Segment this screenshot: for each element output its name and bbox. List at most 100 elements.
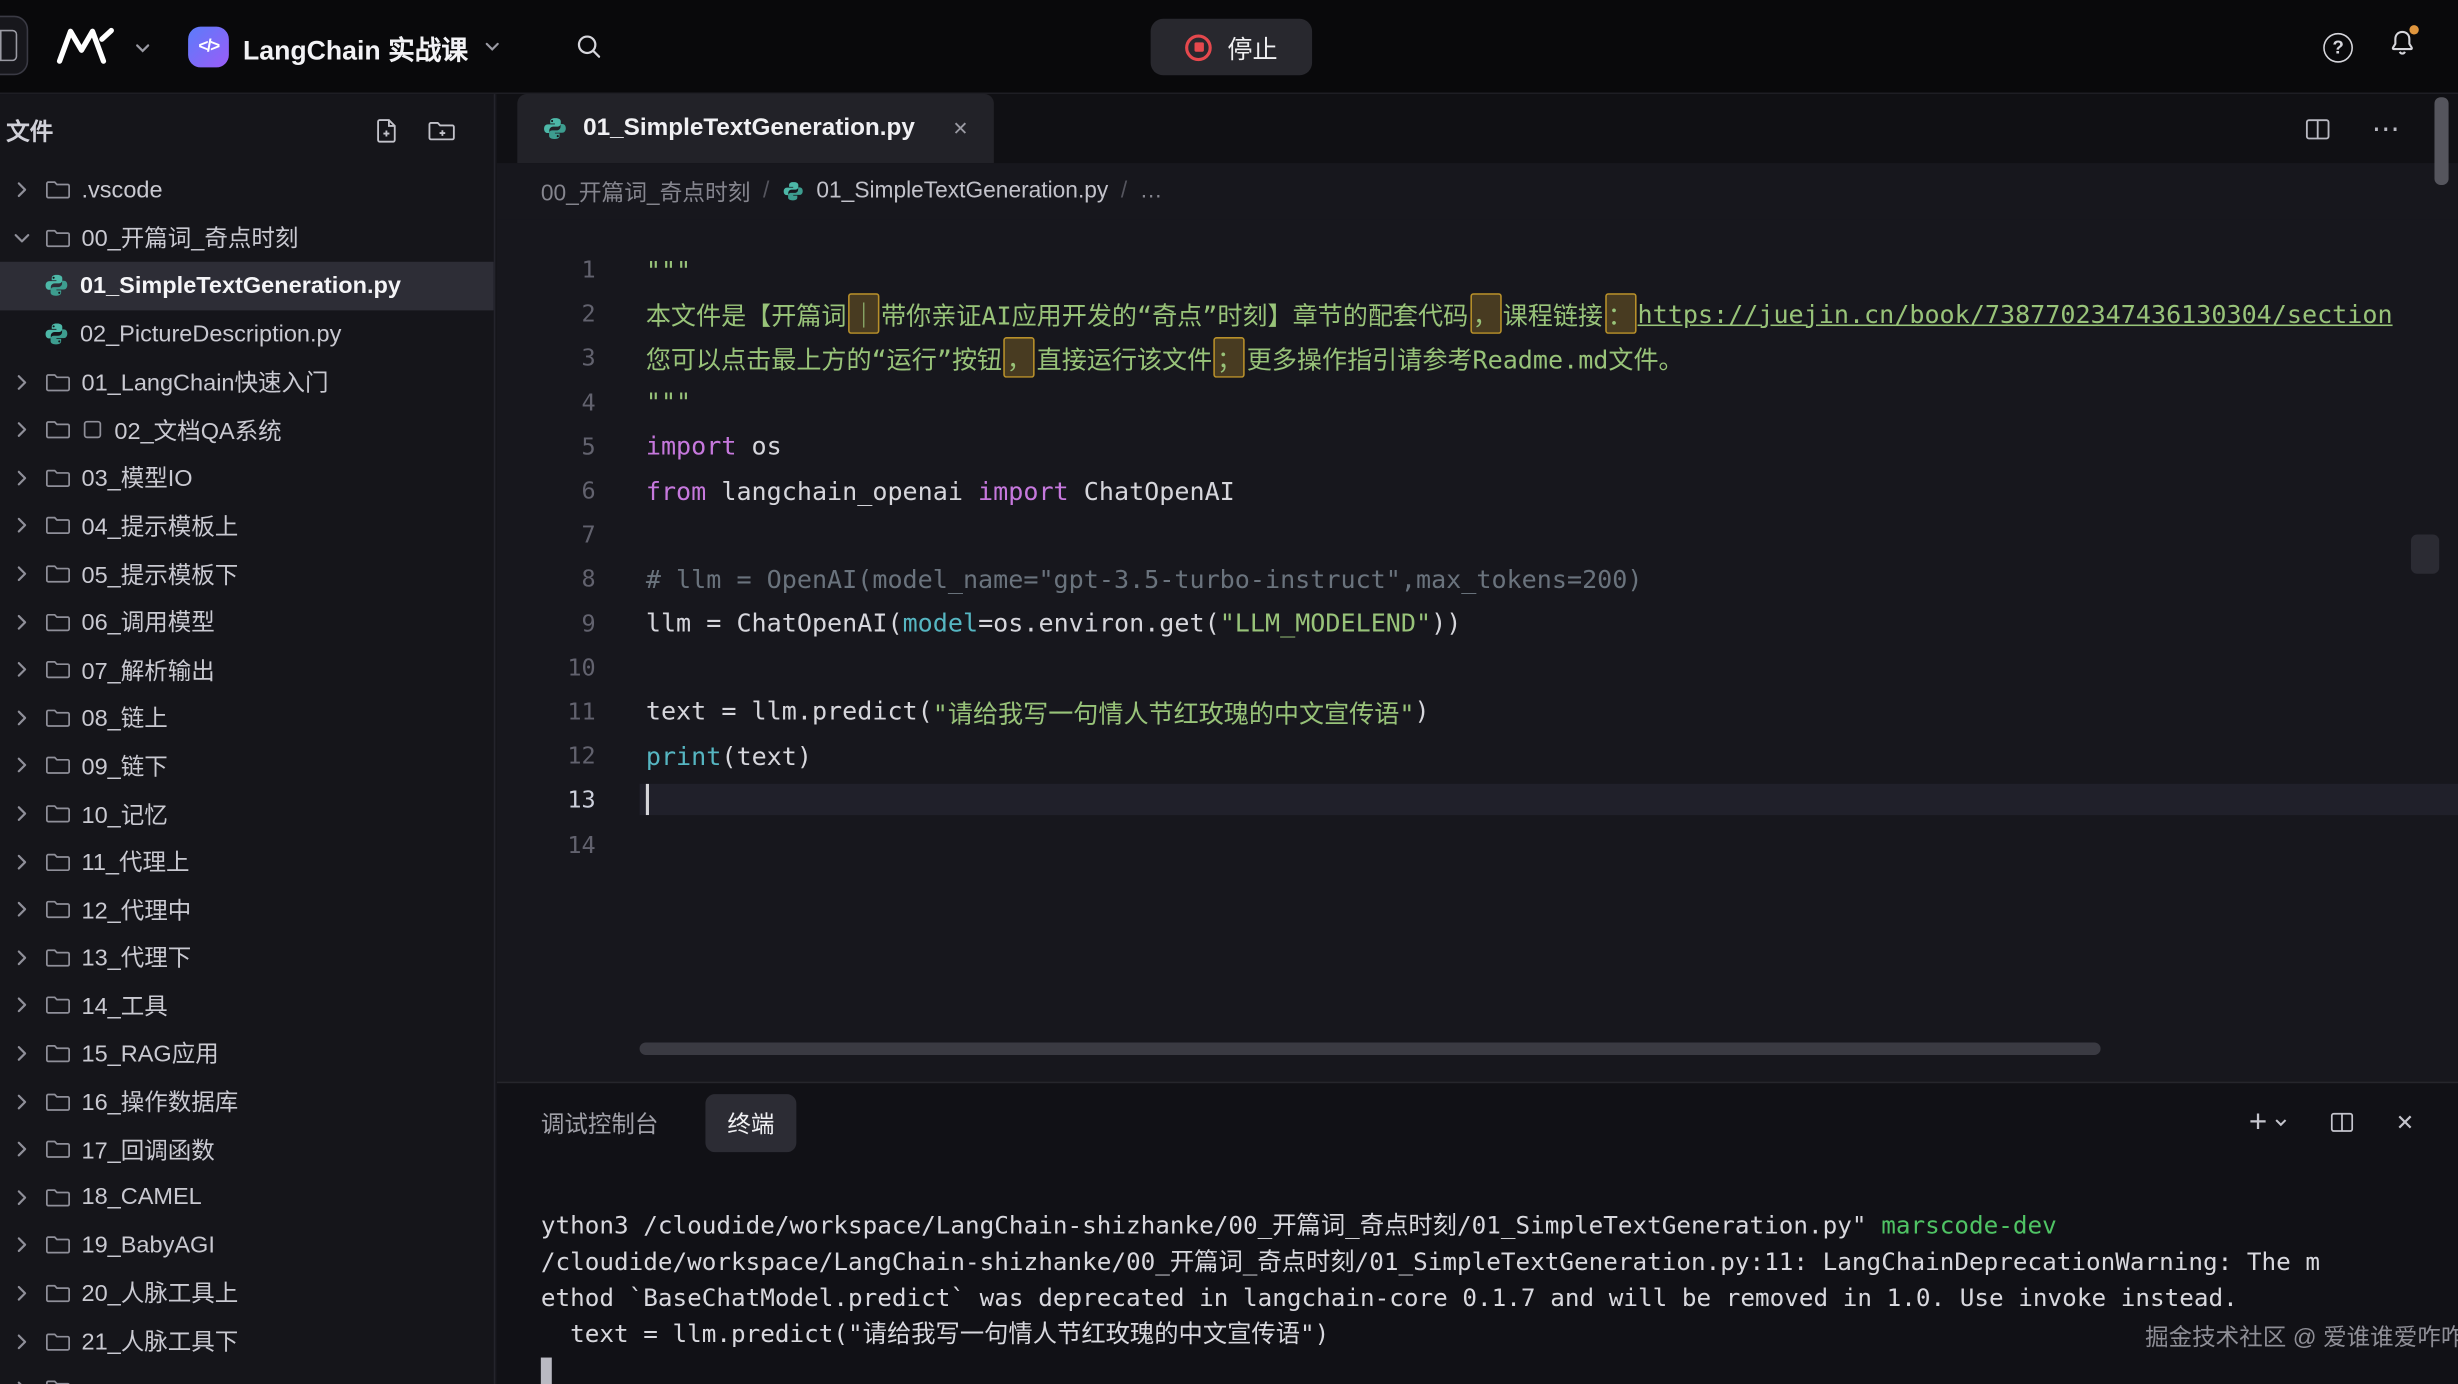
chevron-right-icon (9, 609, 34, 634)
line-number: 13 (497, 786, 596, 814)
tree-item-folder[interactable]: 20_人脉工具上 (0, 1269, 494, 1317)
tree-item-folder[interactable]: 10_记忆 (0, 790, 494, 838)
tree-item-folder[interactable]: .vscode (0, 166, 494, 214)
tree-item-folder[interactable]: 09_链下 (0, 742, 494, 790)
folder-icon (45, 369, 70, 394)
code-line[interactable]: 7 (497, 513, 2458, 557)
code-line-text: import os (640, 432, 2458, 462)
more-actions-button[interactable]: ⋯ (2372, 121, 2402, 137)
tree-item-label: 11_代理上 (82, 845, 190, 878)
terminal-line: ethod `BaseChatModel.predict` was deprec… (541, 1281, 2458, 1317)
tree-item-folder[interactable]: 05_提示模板下 (0, 550, 494, 598)
split-editor-button[interactable] (2304, 115, 2331, 142)
tree-item-label: 02_文档QA系统 (114, 413, 281, 446)
code-line[interactable]: 4 """ (497, 380, 2458, 424)
folder-icon (45, 465, 70, 490)
code-line[interactable]: 10 (497, 645, 2458, 689)
horizontal-scrollbar[interactable] (497, 1041, 2458, 1057)
tree-item-folder[interactable]: 02_文档QA系统 (0, 406, 494, 454)
tree-item-label: 17_回调函数 (82, 1133, 215, 1166)
close-panel-button[interactable]: ✕ (2396, 1109, 2414, 1136)
project-switcher[interactable]: </> LangChain 实战课 (188, 16, 501, 79)
editor-tab-active[interactable]: 01_SimpleTextGeneration.py ✕ (517, 94, 993, 163)
split-terminal-button[interactable] (2330, 1110, 2355, 1135)
tree-item-label: 18_CAMEL (82, 1184, 202, 1211)
code-line[interactable]: 5import os (497, 424, 2458, 468)
tree-item-folder[interactable]: 11_代理上 (0, 838, 494, 886)
tree-item-folder[interactable]: 04_提示模板上 (0, 502, 494, 550)
tab-debug-console[interactable]: 调试控制台 (541, 1106, 659, 1139)
code-line[interactable]: 8# llm = OpenAI(model_name="gpt-3.5-turb… (497, 557, 2458, 601)
breadcrumb-folder[interactable]: 00_开篇词_奇点时刻 (541, 175, 751, 208)
code-line[interactable]: 2本文件是【开篇词｜带你亲证AI应用开发的“奇点”时刻】章节的配套代码，课程链接… (497, 292, 2458, 336)
code-line-text: print(text) (640, 741, 2458, 771)
help-icon[interactable]: ? (2323, 32, 2353, 62)
tree-item-folder[interactable]: 03_模型IO (0, 454, 494, 502)
breadcrumb-file[interactable]: 01_SimpleTextGeneration.py (816, 179, 1108, 204)
tree-item-folder[interactable]: 21_人脉工具下 (0, 1317, 494, 1365)
chevron-down-icon[interactable] (133, 38, 152, 66)
new-terminal-button[interactable]: + (2249, 1111, 2289, 1133)
chevron-down-icon (9, 226, 34, 251)
tree-item-file[interactable]: 02_PictureDescription.py (0, 310, 494, 358)
chevron-right-icon (9, 1185, 34, 1210)
new-file-button[interactable] (373, 117, 400, 144)
code-line-text (640, 784, 2458, 815)
tree-item-folder[interactable]: 18_CAMEL (0, 1173, 494, 1221)
notification-dot (2409, 25, 2418, 34)
chevron-right-icon (9, 705, 34, 730)
line-number: 10 (497, 653, 596, 681)
chevron-down-icon (2273, 1115, 2289, 1131)
close-tab-icon[interactable]: ✕ (953, 118, 969, 140)
tree-item-folder[interactable]: 06_调用模型 (0, 598, 494, 646)
python-file-icon (542, 116, 567, 141)
code-line-text: """ (640, 387, 2458, 417)
panel-toggle-icon[interactable] (0, 16, 28, 76)
tree-item-folder[interactable]: 00_开篇词_奇点时刻 (0, 214, 494, 262)
line-number: 4 (497, 388, 596, 416)
breadcrumb-more[interactable]: … (1140, 179, 1163, 204)
search-button[interactable] (574, 31, 604, 65)
tree-item-folder[interactable] (0, 1365, 494, 1384)
tree-item-label: 01_SimpleTextGeneration.py (80, 273, 401, 300)
vertical-scrollbar-thumb[interactable] (2434, 97, 2448, 185)
stop-icon (1185, 34, 1212, 61)
tree-item-file[interactable]: 01_SimpleTextGeneration.py (0, 262, 494, 310)
code-line[interactable]: 14 (497, 822, 2458, 866)
chevron-right-icon (9, 1041, 34, 1066)
chevron-right-icon (9, 1233, 34, 1258)
tree-item-folder[interactable]: 01_LangChain快速入门 (0, 358, 494, 406)
folder-icon (45, 753, 70, 778)
tree-item-folder[interactable]: 15_RAG应用 (0, 1029, 494, 1077)
stop-button[interactable]: 停止 (1151, 19, 1312, 75)
tree-item-folder[interactable]: 12_代理中 (0, 886, 494, 934)
code-line[interactable]: 3您可以点击最上方的“运行”按钮，直接运行该文件；更多操作指引请参考Readme… (497, 336, 2458, 380)
tree-item-folder[interactable]: 19_BabyAGI (0, 1221, 494, 1269)
bottom-panel: 调试控制台 终端 + ✕ ython3 /cloudide/workspace/… (497, 1082, 2458, 1384)
terminal-line: ython3 /cloudide/workspace/LangChain-shi… (541, 1209, 2458, 1245)
code-line[interactable]: 11text = llm.predict("请给我写一句情人节红玫瑰的中文宣传语… (497, 690, 2458, 734)
code-line-text: # llm = OpenAI(model_name="gpt-3.5-turbo… (640, 564, 2458, 594)
code-line[interactable]: 1""" (497, 248, 2458, 292)
code-editor[interactable]: 1"""2本文件是【开篇词｜带你亲证AI应用开发的“奇点”时刻】章节的配套代码，… (497, 219, 2458, 1044)
tree-item-folder[interactable]: 16_操作数据库 (0, 1077, 494, 1125)
tab-terminal[interactable]: 终端 (705, 1093, 796, 1151)
code-line[interactable]: 12print(text) (497, 734, 2458, 778)
scrollbar-thumb[interactable] (640, 1042, 2101, 1055)
tree-item-folder[interactable]: 13_代理下 (0, 934, 494, 982)
tab-title: 01_SimpleTextGeneration.py (583, 114, 915, 142)
notifications-button[interactable] (2387, 28, 2417, 66)
files-panel-header: 文件 (0, 94, 494, 166)
tree-item-folder[interactable]: 17_回调函数 (0, 1125, 494, 1173)
tree-item-folder[interactable]: 14_工具 (0, 981, 494, 1029)
tree-item-label: 15_RAG应用 (82, 1037, 219, 1070)
code-line[interactable]: 6from langchain_openai import ChatOpenAI (497, 469, 2458, 513)
tree-item-label: 09_链下 (82, 749, 168, 782)
tree-item-folder[interactable]: 07_解析输出 (0, 646, 494, 694)
marscode-logo-icon[interactable] (53, 25, 116, 75)
code-line[interactable]: 9llm = ChatOpenAI(model=os.environ.get("… (497, 601, 2458, 645)
breadcrumb-separator: / (763, 179, 769, 204)
code-line[interactable]: 13 (497, 778, 2458, 822)
tree-item-folder[interactable]: 08_链上 (0, 694, 494, 742)
new-folder-button[interactable] (428, 117, 456, 144)
